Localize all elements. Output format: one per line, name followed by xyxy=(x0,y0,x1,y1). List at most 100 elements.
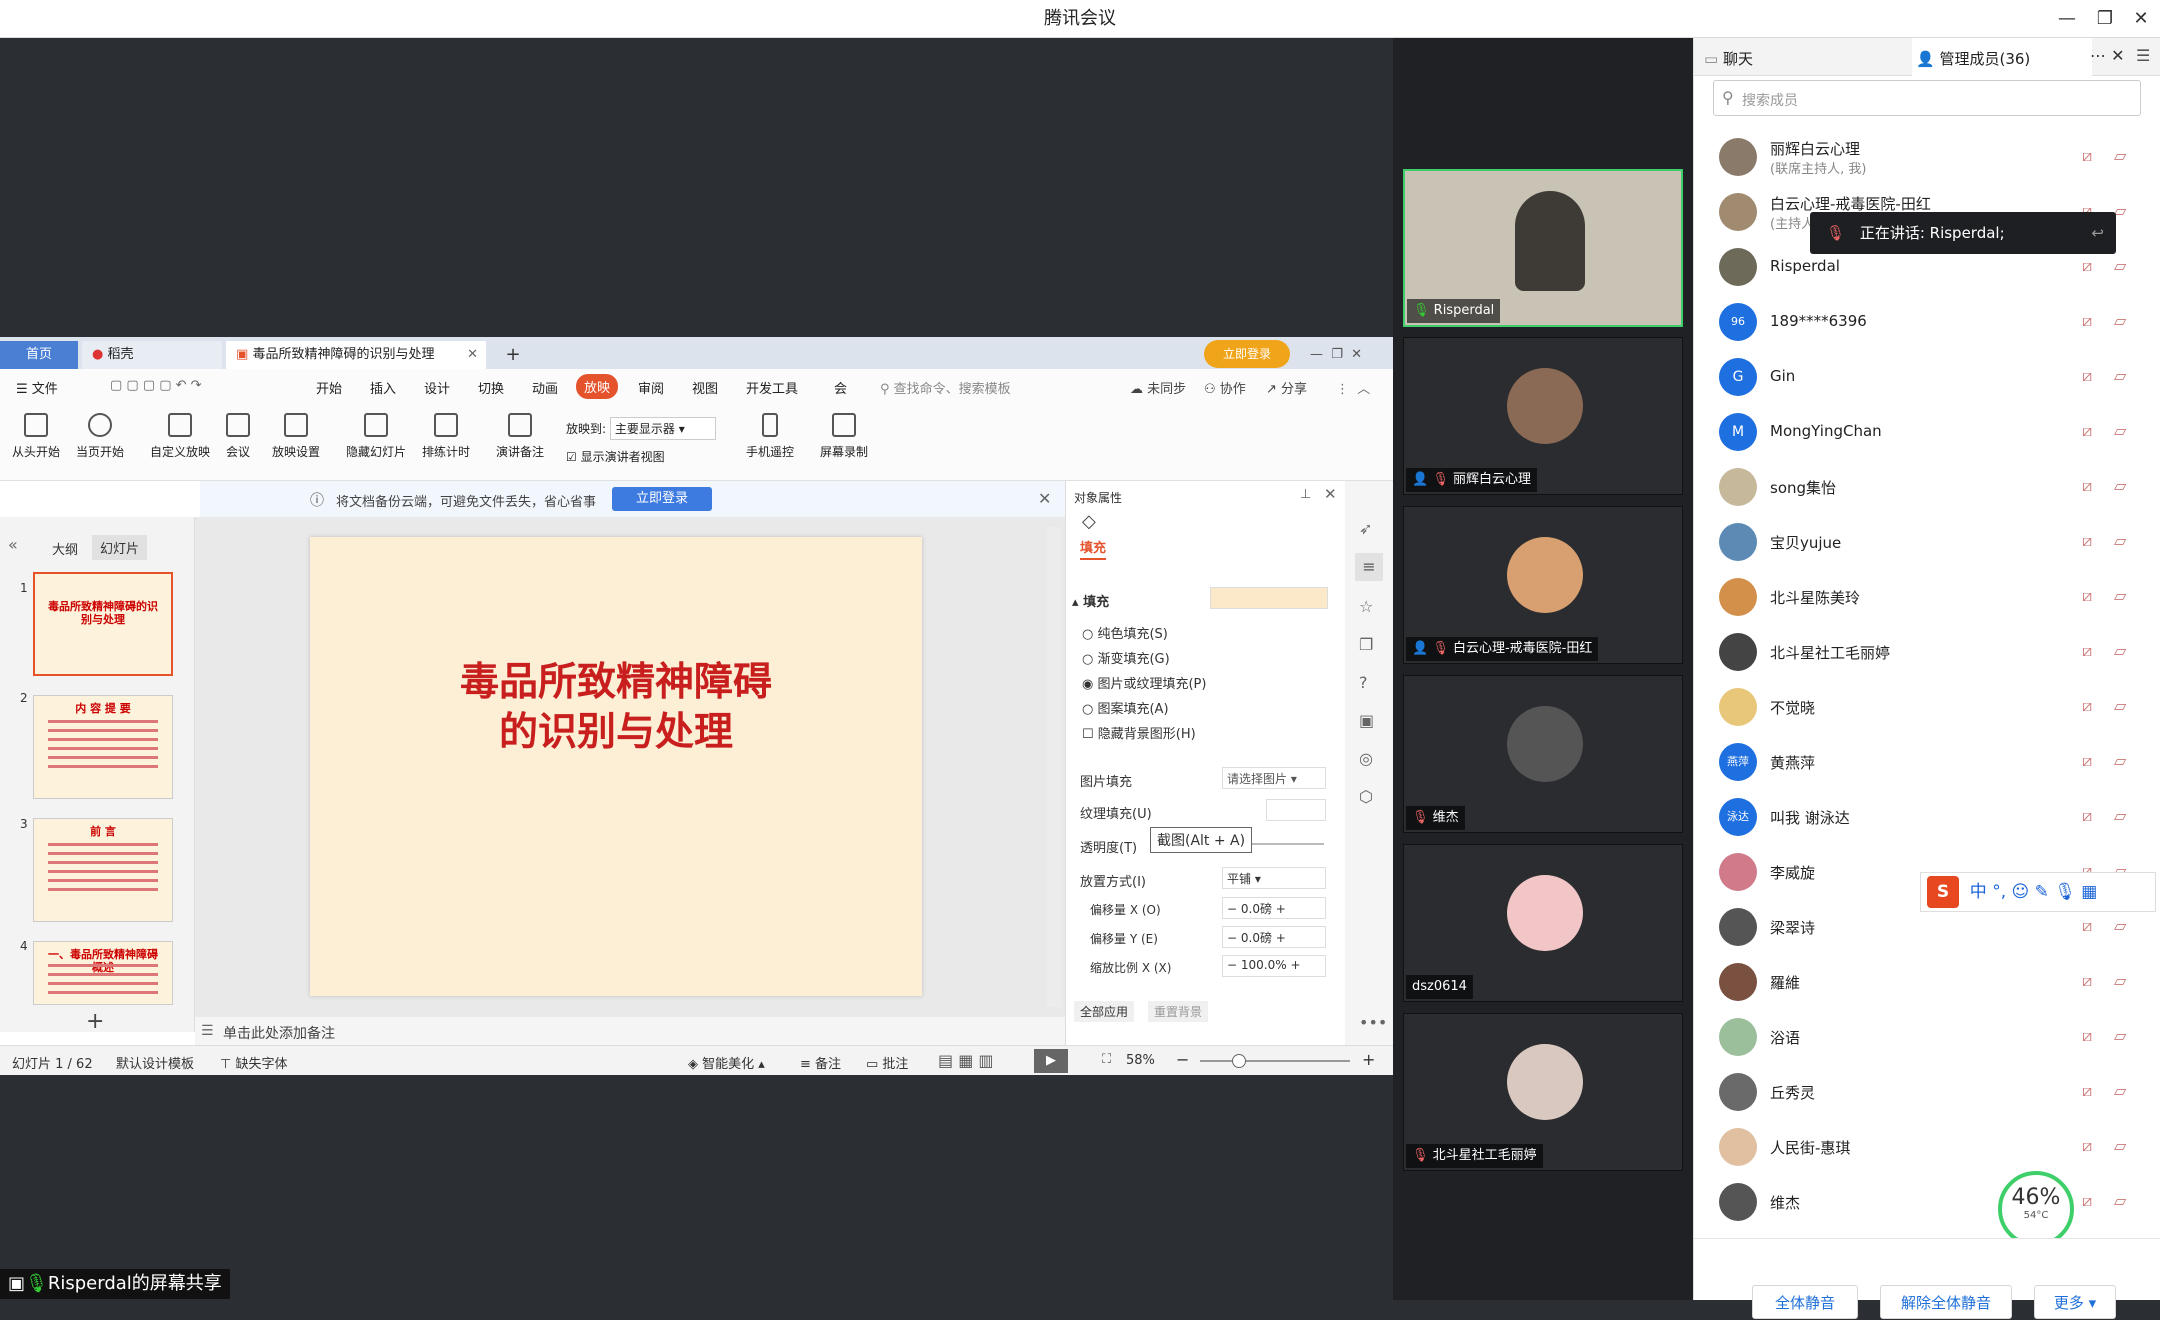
camera-off-icon[interactable]: ▱ xyxy=(2114,916,2136,936)
tab-home[interactable]: 首页 xyxy=(0,341,78,369)
member-row[interactable]: 浴语 ⧄ ▱ xyxy=(1694,1010,2160,1065)
more-button[interactable]: 更多 ▾ xyxy=(2034,1285,2116,1319)
camera-off-icon[interactable]: ▱ xyxy=(2114,1026,2136,1046)
ime-toolbar[interactable]: S 中 °, ☺ ✎ 🎙 ▦ xyxy=(1920,872,2156,912)
canvas-scrollbar[interactable] xyxy=(1047,527,1061,1007)
mic-muted-icon[interactable]: ⧄ xyxy=(2082,1026,2100,1046)
camera-off-icon[interactable]: ▱ xyxy=(2114,696,2136,716)
mic-muted-icon[interactable]: ⧄ xyxy=(2082,476,2100,496)
mic-muted-icon[interactable]: ⧄ xyxy=(2082,531,2100,551)
mic-muted-icon[interactable]: ⧄ xyxy=(2082,1191,2100,1211)
video-tile-risperdal[interactable]: 🎙 Risperdal xyxy=(1403,169,1683,327)
share-button[interactable]: ↗ 分享 xyxy=(1266,378,1307,397)
camera-off-icon[interactable]: ▱ xyxy=(2114,476,2136,496)
from-start-button[interactable]: 从头开始 xyxy=(12,413,60,460)
presenter-view-checkbox[interactable]: ☑ 显示演讲者视图 xyxy=(566,448,716,465)
smart-beautify[interactable]: ◈ 智能美化 ▴ xyxy=(688,1053,765,1072)
camera-off-icon[interactable]: ▱ xyxy=(2114,1191,2136,1211)
camera-off-icon[interactable]: ▱ xyxy=(2114,1081,2136,1101)
mic-muted-icon[interactable]: ⧄ xyxy=(2082,916,2100,936)
fill-tab[interactable]: 填充 xyxy=(1080,537,1107,560)
current-slide-button[interactable]: 当页开始 xyxy=(76,413,124,460)
video-tile[interactable]: 👤 🎙 白云心理-戒毒医院-田红 xyxy=(1403,506,1683,664)
member-search-input[interactable]: ⚲ 搜索成员 xyxy=(1713,80,2141,116)
tab-document[interactable]: ▣ 毒品所致精神障碍的识别与处理 ✕ xyxy=(226,341,486,369)
mic-muted-icon[interactable]: ⧄ xyxy=(2082,146,2100,166)
camera-off-icon[interactable]: ▱ xyxy=(2114,311,2136,331)
tab-outline[interactable]: 大纲 xyxy=(52,539,78,558)
properties-icon[interactable]: ≡ xyxy=(1355,553,1383,581)
template-name[interactable]: 默认设计模板 xyxy=(116,1053,194,1072)
notes-area[interactable]: ☰ 单击此处添加备注 xyxy=(195,1017,1065,1045)
solid-fill-radio[interactable]: ○ 纯色填充(S) xyxy=(1082,623,1168,642)
tab-members[interactable]: 👤 管理成员(36) xyxy=(1916,48,2030,69)
current-slide[interactable] xyxy=(310,537,922,996)
member-row[interactable]: 丘秀灵 ⧄ ▱ xyxy=(1694,1065,2160,1120)
play-slideshow-button[interactable]: ▶ xyxy=(1034,1049,1068,1073)
tab-chat[interactable]: ▭ 聊天 xyxy=(1704,48,1753,69)
mic-muted-icon[interactable]: ⧄ xyxy=(2082,696,2100,716)
fit-icon[interactable]: ⛶ xyxy=(1102,1052,1111,1067)
apply-all-button[interactable]: 全部应用 xyxy=(1074,1001,1135,1022)
menu-animation[interactable]: 动画 xyxy=(532,378,558,397)
member-row[interactable]: 北斗星社工毛丽婷 ⧄ ▱ xyxy=(1694,625,2160,680)
member-row[interactable]: 羅維 ⧄ ▱ xyxy=(1694,955,2160,1010)
notes-toggle[interactable]: ≡ 备注 xyxy=(800,1053,841,1072)
mic-muted-icon[interactable]: ⧄ xyxy=(2082,366,2100,386)
zoom-in-button[interactable]: + xyxy=(1362,1050,1375,1069)
gradient-fill-radio[interactable]: ○ 渐变填充(G) xyxy=(1082,648,1170,667)
fill-color-dropdown[interactable] xyxy=(1210,587,1328,609)
props-close-icon[interactable]: ✕ xyxy=(1324,485,1337,503)
pin-icon[interactable]: ⊥ xyxy=(1300,487,1311,502)
camera-off-icon[interactable]: ▱ xyxy=(2114,531,2136,551)
member-row[interactable]: M MongYingChan ⧄ ▱ xyxy=(1694,405,2160,460)
menu-more[interactable]: 会 xyxy=(834,378,847,397)
pic-fill-select[interactable]: 请选择图片 ▾ xyxy=(1222,767,1326,789)
minimize-button[interactable]: — xyxy=(2048,0,2086,38)
slideshow-settings-button[interactable]: 放映设置 xyxy=(272,413,320,460)
maximize-button[interactable]: ❐ xyxy=(2086,0,2124,38)
menu-insert[interactable]: 插入 xyxy=(370,378,396,397)
zoom-out-button[interactable]: − xyxy=(1176,1050,1189,1069)
wps-window-controls[interactable]: — ❐ ✕ xyxy=(1310,341,1390,369)
slide-thumbnail-3[interactable]: 前 言 xyxy=(33,818,173,922)
command-search[interactable]: ⚲ 查找命令、搜索模板 xyxy=(880,378,1011,397)
phone-remote-button[interactable]: 手机遥控 xyxy=(746,413,794,460)
menu-design[interactable]: 设计 xyxy=(424,378,450,397)
custom-show-button[interactable]: 自定义放映 xyxy=(150,413,210,460)
tab-slides[interactable]: 幻灯片 xyxy=(92,535,148,560)
slide-thumbnail-2[interactable]: 内 容 提 要 xyxy=(33,695,173,799)
mic-muted-icon[interactable]: ⧄ xyxy=(2082,1136,2100,1156)
new-tab-button[interactable]: + xyxy=(500,341,526,369)
camera-off-icon[interactable]: ▱ xyxy=(2114,146,2136,166)
scale-x-stepper[interactable]: − 100.0% + xyxy=(1222,955,1326,977)
mic-muted-icon[interactable]: ⧄ xyxy=(2082,751,2100,771)
member-row[interactable]: 宝贝yujue ⧄ ▱ xyxy=(1694,515,2160,570)
offset-y-stepper[interactable]: − 0.0磅 + xyxy=(1222,926,1326,948)
slide-thumbnail-1[interactable]: 毒品所致精神障碍的识别与处理 xyxy=(33,572,173,676)
member-row[interactable]: 北斗星陈美玲 ⧄ ▱ xyxy=(1694,570,2160,625)
meeting-button[interactable]: 会议 xyxy=(226,413,250,460)
menu-file[interactable]: ☰ 文件 xyxy=(16,378,58,397)
mic-muted-icon[interactable]: ⧄ xyxy=(2082,586,2100,606)
mic-muted-icon[interactable]: ⧄ xyxy=(2082,641,2100,661)
menu-slideshow[interactable]: 放映 xyxy=(576,374,619,399)
mic-muted-icon[interactable]: ⧄ xyxy=(2082,421,2100,441)
offset-x-stepper[interactable]: − 0.0磅 + xyxy=(1222,897,1326,919)
menu-review[interactable]: 审阅 xyxy=(638,378,664,397)
picture-fill-radio[interactable]: ◉ 图片或纹理填充(P) xyxy=(1082,673,1206,692)
more-dots-icon[interactable]: ⋯ ✕ xyxy=(2090,46,2125,65)
box-icon[interactable]: ⬡ xyxy=(1359,787,1373,806)
slide-thumbnail-4[interactable]: 一、毒品所致精神障碍概述 xyxy=(33,941,173,1005)
notice-login-button[interactable]: 立即登录 xyxy=(612,487,712,511)
rehearse-timing-button[interactable]: 排练计时 xyxy=(422,413,470,460)
camera-off-icon[interactable]: ▱ xyxy=(2114,806,2136,826)
fill-section[interactable]: ▴ 填充 xyxy=(1072,591,1109,610)
collab-button[interactable]: ⚇ 协作 xyxy=(1204,378,1246,397)
missing-font[interactable]: ⊤ 缺失字体 xyxy=(220,1053,287,1072)
mic-muted-icon[interactable]: ⧄ xyxy=(2082,256,2100,276)
star-icon[interactable]: ☆ xyxy=(1359,597,1373,616)
mute-all-button[interactable]: 全体静音 xyxy=(1752,1285,1858,1319)
camera-off-icon[interactable]: ▱ xyxy=(2114,751,2136,771)
more-menu-icon[interactable]: ⋮ ︿ xyxy=(1336,378,1370,397)
